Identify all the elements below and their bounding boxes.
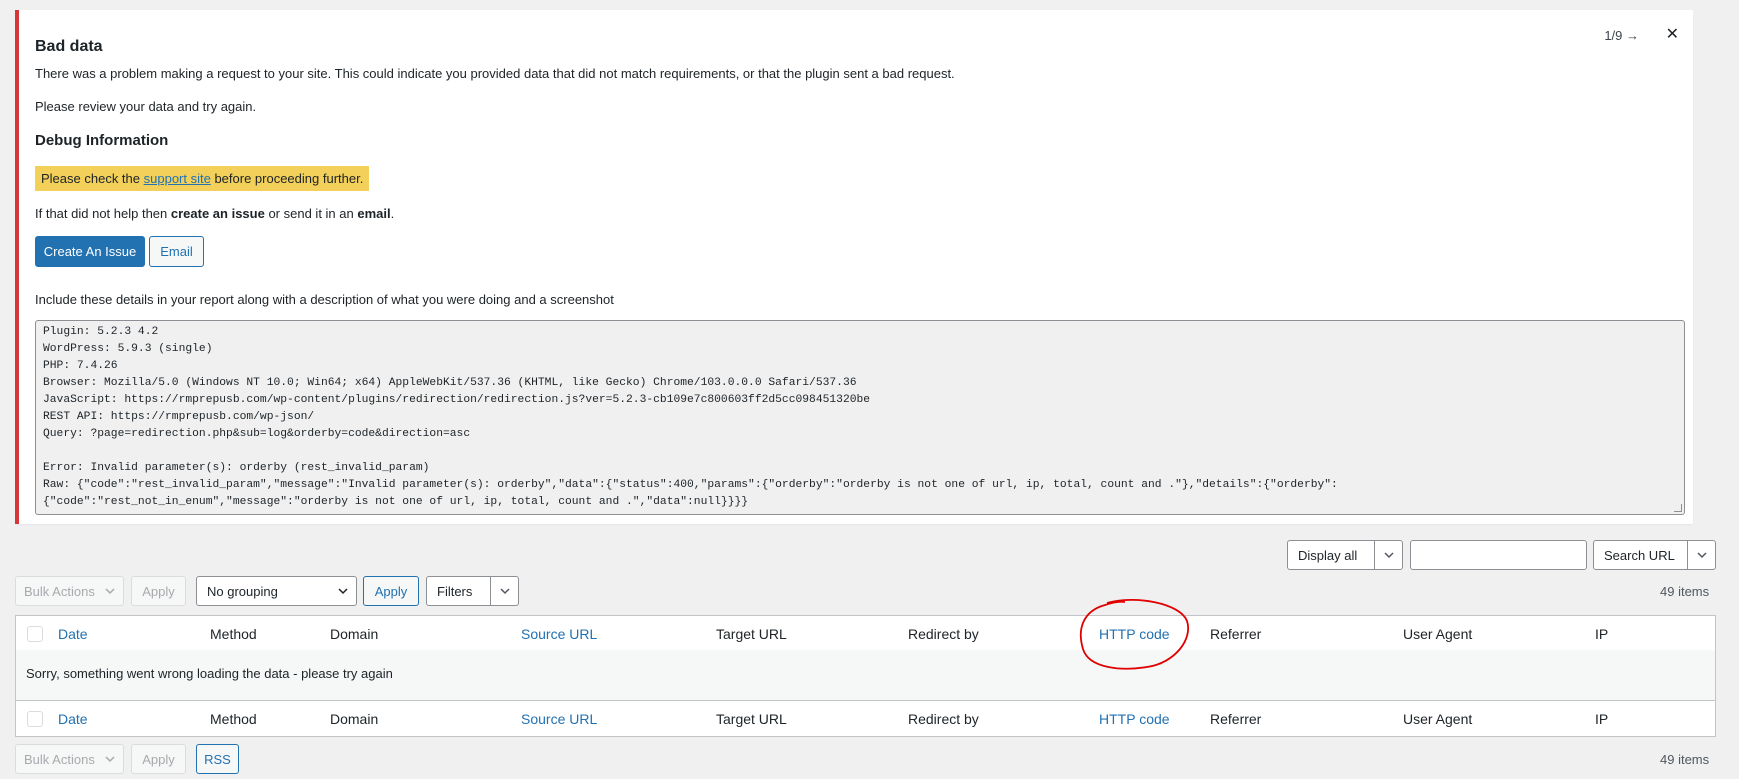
search-url-button[interactable]: Search URL [1593,540,1716,570]
debug-textarea[interactable]: Plugin: 5.2.3 4.2 WordPress: 5.9.3 (sing… [35,320,1685,515]
close-icon[interactable]: ✕ [1666,24,1679,44]
search-url-label: Search URL [1604,547,1675,563]
bulk-actions-select[interactable]: Bulk Actions [15,576,124,606]
display-select[interactable]: Display all [1287,540,1403,570]
table-footer: Date Method Domain Source URL Target URL… [15,700,1716,737]
notice-pager[interactable]: 1/9 → [1604,28,1639,43]
chevron-down-icon [105,588,115,595]
column-domain: Domain [330,711,379,727]
help-bold-issue: create an issue [170,206,265,221]
column-method: Method [210,711,257,727]
search-input[interactable] [1410,540,1587,570]
help-bold-email: email [357,206,391,221]
column-user-agent: User Agent [1403,626,1473,642]
select-all-checkbox[interactable] [27,626,43,642]
column-user-agent: User Agent [1403,711,1473,727]
column-referrer: Referrer [1210,711,1262,727]
items-count: 49 items [1660,752,1710,767]
grouping-select[interactable]: No grouping [196,576,357,606]
notice-title: Bad data [35,38,103,55]
column-referrer: Referrer [1210,626,1262,642]
column-source-url[interactable]: Source URL [521,626,597,642]
error-message: Sorry, something went wrong loading the … [26,666,393,681]
column-redirect-by: Redirect by [908,626,979,642]
table-row: Sorry, something went wrong loading the … [15,650,1716,700]
help-suffix: . [390,206,395,221]
column-ip: IP [1595,626,1609,642]
column-method: Method [210,626,257,642]
support-suffix: before proceeding further. [210,171,364,186]
filters-label: Filters [437,583,473,599]
select-all-checkbox[interactable] [27,711,43,727]
rss-button[interactable]: RSS [196,744,239,774]
debug-heading: Debug Information [35,132,169,149]
bulk-actions-label: Bulk Actions [24,583,95,599]
notice-paragraph: There was a problem making a request to … [35,66,955,81]
support-prefix: Please check the [41,171,144,186]
apply-button[interactable]: Apply [363,576,419,606]
include-line: Include these details in your report alo… [35,292,614,307]
column-source-url[interactable]: Source URL [521,711,597,727]
display-select-label: Display all [1298,547,1358,563]
bulk-actions-label: Bulk Actions [24,751,95,767]
notice-paragraph: Please review your data and try again. [35,99,257,114]
resize-handle-icon[interactable] [1674,504,1682,512]
column-domain: Domain [330,626,379,642]
column-date[interactable]: Date [58,711,88,727]
apply-button-disabled[interactable]: Apply [131,576,186,606]
column-target-url: Target URL [716,626,787,642]
column-redirect-by: Redirect by [908,711,979,727]
bulk-actions-select[interactable]: Bulk Actions [15,744,124,774]
column-http-code[interactable]: HTTP code [1099,711,1170,727]
filters-button[interactable]: Filters [426,576,519,606]
apply-button-disabled[interactable]: Apply [131,744,186,774]
chevron-down-icon[interactable] [1687,541,1715,569]
chevron-down-icon[interactable] [490,577,518,605]
help-line: If that did not help then create an issu… [35,206,394,221]
help-prefix: If that did not help then [35,206,171,221]
annotation-circle [1079,599,1190,670]
chevron-down-icon [1374,541,1402,569]
column-ip: IP [1595,711,1609,727]
chevron-down-icon [105,756,115,763]
email-button[interactable]: Email [149,236,204,267]
column-date[interactable]: Date [58,626,88,642]
support-highlight: Please check the support site before pro… [35,166,370,191]
table-header: Date Method Domain Source URL Target URL… [15,615,1716,651]
error-notice: Bad data 1/9 → ✕ There was a problem mak… [15,10,1693,524]
support-site-link[interactable]: support site [144,171,211,186]
debug-text: Plugin: 5.2.3 4.2 WordPress: 5.9.3 (sing… [43,326,1338,508]
items-count: 49 items [1660,584,1710,599]
chevron-down-icon [338,588,348,595]
help-middle: or send it in an [264,206,358,221]
create-issue-button[interactable]: Create An Issue [35,236,145,267]
column-target-url: Target URL [716,711,787,727]
grouping-label: No grouping [207,583,278,599]
